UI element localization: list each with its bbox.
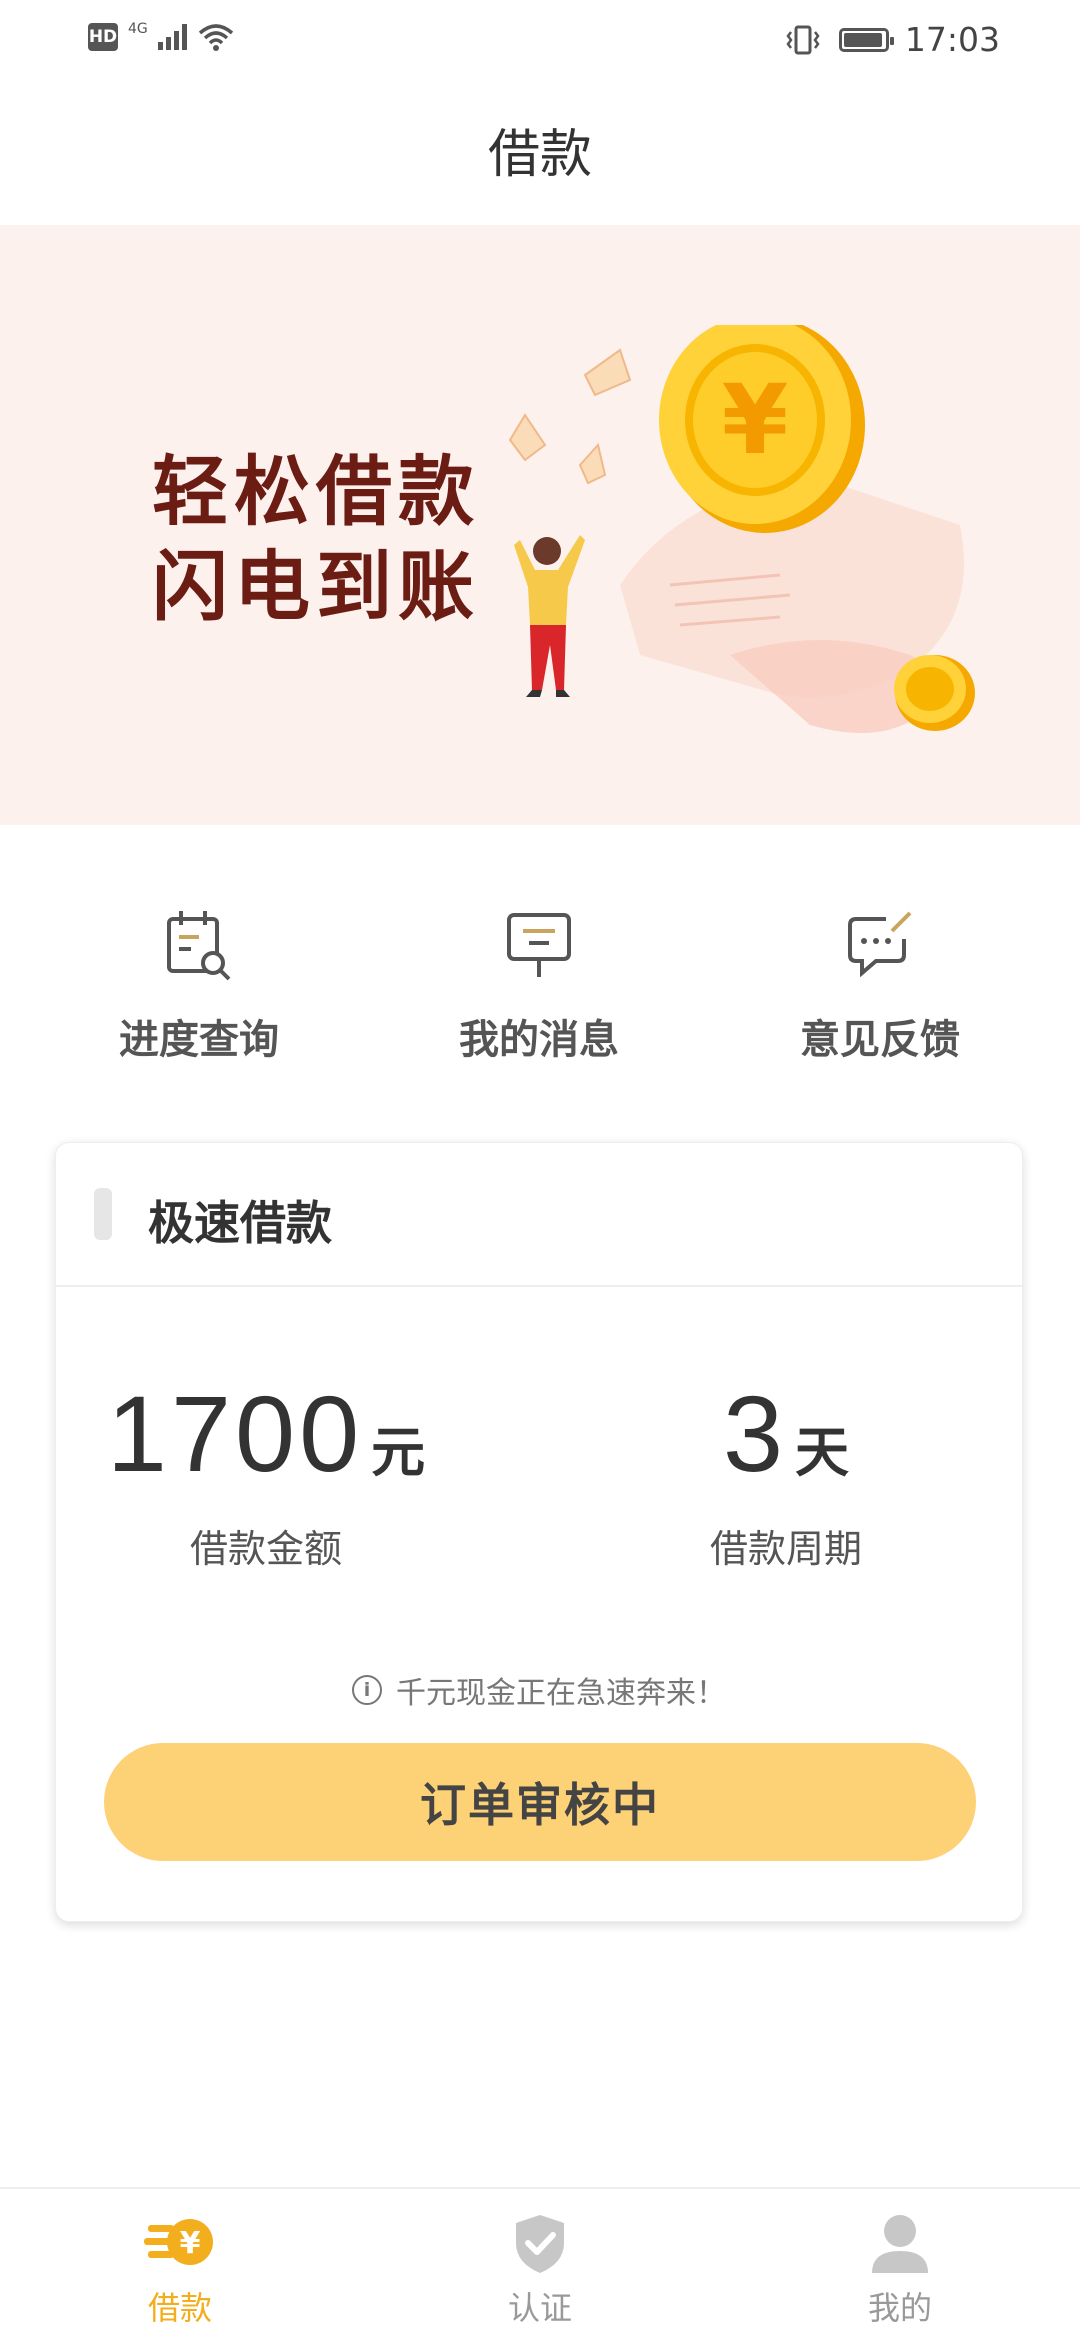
progress-query-label: 进度查询: [119, 1017, 279, 1063]
vibrate-icon: [786, 25, 820, 54]
calendar-search-icon: [167, 911, 231, 981]
loan-period-unit: 天: [795, 1421, 850, 1484]
status-bar: HD 4G 17:03: [0, 0, 1080, 80]
svg-text:¥: ¥: [180, 2226, 201, 2261]
nav-item-mine[interactable]: 我的: [800, 2211, 1000, 2329]
hd-badge: HD: [88, 23, 118, 51]
nav-item-verify[interactable]: 认证: [440, 2211, 640, 2329]
loan-amount-unit: 元: [371, 1421, 426, 1484]
signal-icon: [157, 24, 187, 50]
battery-icon: [838, 27, 894, 52]
user-icon: [872, 2215, 928, 2273]
my-messages-button[interactable]: 我的消息: [419, 905, 659, 1065]
loan-amount: 1700 元 借款金额: [107, 1371, 425, 1573]
page-title: 借款: [487, 125, 592, 185]
feedback-button[interactable]: 意见反馈: [760, 905, 1000, 1065]
network-type: 4G: [128, 21, 148, 37]
card-accent-bar: [94, 1188, 112, 1240]
notice: i 千元现金正在急速奔来！: [56, 1668, 1022, 1712]
nav-item-loan[interactable]: ¥ 借款: [80, 2211, 280, 2329]
message-board-icon: [507, 913, 571, 977]
info-icon: i: [352, 1675, 382, 1705]
quick-actions: 进度查询 我的消息 意见反馈: [0, 905, 1080, 1085]
loan-period-value: 3 天: [661, 1371, 911, 1496]
feedback-chat-icon: [848, 911, 912, 978]
status-time: 17:03: [904, 20, 1000, 59]
banner-headline-1: 轻松借款: [152, 451, 480, 535]
my-messages-label: 我的消息: [459, 1017, 619, 1063]
nav-label-verify: 认证: [507, 2289, 572, 2327]
card-title: 极速借款: [148, 1196, 332, 1250]
loan-card: 极速借款 1700 元 借款金额 3 天 借款周期 i 千元现金正在急速奔来！ …: [55, 1142, 1023, 1922]
coin-symbol: ¥: [722, 364, 789, 476]
loan-coin-icon: ¥: [144, 2219, 213, 2265]
order-status-button[interactable]: 订单审核中: [104, 1743, 976, 1861]
status-left: HD 4G: [88, 22, 235, 52]
loan-period: 3 天 借款周期: [661, 1371, 911, 1573]
status-right: 17:03: [783, 20, 1000, 59]
loan-amount-value: 1700 元: [107, 1371, 425, 1496]
feedback-label: 意见反馈: [800, 1017, 960, 1063]
notice-text: 千元现金正在急速奔来！: [396, 1676, 726, 1711]
loan-period-number: 3: [722, 1373, 788, 1494]
bottom-nav: ¥ 借款 认证 我的: [0, 2187, 1080, 2342]
nav-label-loan: 借款: [147, 2289, 212, 2327]
loan-amount-label: 借款金额: [189, 1527, 342, 1571]
progress-query-button[interactable]: 进度查询: [79, 905, 319, 1065]
promo-banner[interactable]: 轻松借款 闪电到账 ¥: [0, 225, 1080, 825]
wifi-icon: [198, 24, 233, 51]
card-header: 极速借款: [56, 1143, 1022, 1287]
loan-period-label: 借款周期: [709, 1527, 862, 1571]
nav-label-mine: 我的: [867, 2289, 932, 2327]
shield-check-icon: [516, 2215, 564, 2273]
loan-amount-number: 1700: [106, 1373, 364, 1494]
banner-illustration: ¥: [508, 325, 975, 733]
banner-headline-2: 闪电到账: [152, 546, 480, 630]
